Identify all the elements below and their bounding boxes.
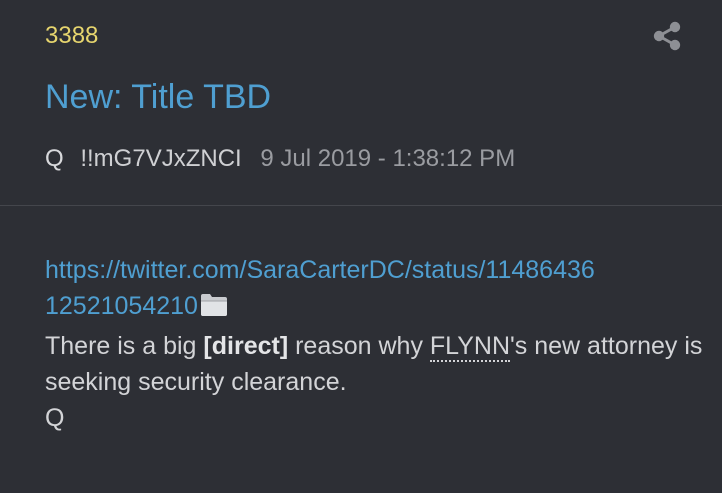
body-text-pre: There is a big bbox=[45, 332, 204, 360]
body-text-bold: [direct] bbox=[203, 332, 289, 360]
author-name: Q bbox=[45, 145, 64, 172]
tweet-link[interactable]: https://twitter.com/SaraCarterDC/status/… bbox=[45, 256, 595, 320]
share-icon bbox=[653, 21, 681, 51]
post-number[interactable]: 3388 bbox=[45, 22, 98, 50]
post-body: https://twitter.com/SaraCarterDC/status/… bbox=[45, 252, 705, 436]
divider bbox=[0, 205, 722, 206]
body-text-mid: reason why bbox=[288, 332, 430, 360]
flynn-term[interactable]: FLYNN bbox=[429, 332, 511, 362]
tweet-link-line1: https://twitter.com/SaraCarterDC/status/… bbox=[45, 256, 595, 284]
post-meta: Q !!mG7VJxZNCI 9 Jul 2019 - 1:38:12 PM bbox=[45, 145, 515, 173]
share-button[interactable] bbox=[652, 20, 682, 52]
post-card: 3388 New: Title TBD Q !!mG7VJxZNCI 9 Jul… bbox=[0, 0, 722, 493]
signature: Q bbox=[45, 404, 65, 432]
tweet-link-line2: 12521054210 bbox=[45, 292, 198, 320]
tripcode: !!mG7VJxZNCI bbox=[80, 145, 242, 172]
post-title: New: Title TBD bbox=[45, 78, 272, 116]
folder-icon[interactable] bbox=[199, 292, 229, 328]
post-date: 9 Jul 2019 - 1:38:12 PM bbox=[260, 145, 516, 172]
